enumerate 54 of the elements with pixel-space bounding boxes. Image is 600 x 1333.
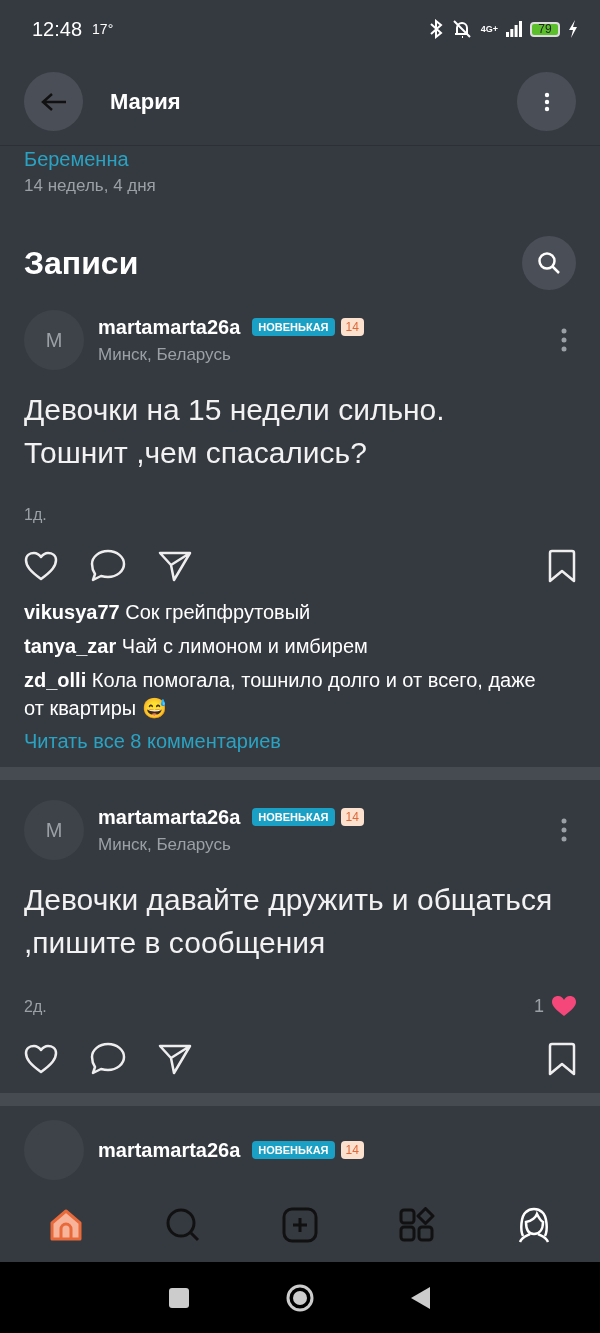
share-button[interactable] [158,550,192,582]
comment-button[interactable] [90,549,126,583]
bookmark-button[interactable] [548,549,576,583]
post-text: Девочки давайте дружить и общаться ,пишите в сообщения [24,882,554,961]
search-icon [165,1207,202,1243]
like-button[interactable] [24,1044,58,1074]
back-icon[interactable] [410,1285,433,1310]
home-button-icon[interactable] [285,1282,315,1313]
search-icon [537,251,561,275]
comment: zd_olli Кола помогала, тошнило долго и от всего, даже от квартиры 😅 [24,668,537,721]
author-name[interactable]: martamarta26a [98,805,241,829]
comment: vikusya77 Сок грейпфрутовый [24,600,312,625]
level-badge: 14 [340,1141,364,1159]
level-badge: 14 [340,808,364,826]
avatar[interactable]: M [24,310,84,370]
avatar[interactable]: M [24,800,84,860]
comment-button[interactable] [90,1042,126,1076]
newbie-badge: НОВЕНЬКАЯ [252,1141,335,1159]
battery-level: 79 [530,21,560,37]
pregnancy-status: Беременна [24,148,130,170]
share-button[interactable] [158,1043,192,1075]
pregnancy-term: 14 недель, 4 дня [24,176,157,196]
location: Минск, Беларусь [98,834,232,855]
recents-icon[interactable] [167,1286,190,1309]
newbie-badge: НОВЕНЬКАЯ [252,808,335,826]
post-text: Девочки на 15 недели сильно. Тошнит ,чем спасались? [24,392,446,471]
home-icon [48,1207,85,1243]
bluetooth-icon [428,19,443,39]
location: Минск, Беларусь [98,344,232,365]
author-name[interactable]: martamarta26a [98,1138,241,1162]
heart-icon [552,996,576,1017]
page-title: Мария [110,88,181,115]
bookmark-button[interactable] [548,1042,576,1076]
level-badge: 14 [340,318,364,336]
read-all-comments-link[interactable]: Читать все 8 комментариев [24,730,576,753]
muted-bell-icon [450,19,473,39]
arrow-left-icon [40,91,67,112]
nav-tab[interactable] [48,1207,85,1243]
post-time: 2д. [24,997,48,1016]
section-title: Записи [24,244,140,282]
like-button[interactable] [24,551,58,581]
apps-icon [398,1207,435,1243]
add-icon [282,1207,318,1243]
comment: tanya_zar Чай с лимоном и имбирем [24,634,369,659]
charging-icon [568,20,578,38]
newbie-badge: НОВЕНЬКАЯ [252,318,335,336]
signal-icon [506,21,522,37]
temperature: 17° [92,21,114,37]
author-name[interactable]: martamarta26a [98,315,241,339]
network-type: 4G+ [480,24,498,34]
post-time: 1д. [24,506,48,524]
more-icon [543,91,550,112]
like-count: 1 [534,996,544,1017]
clock: 12:48 [32,17,83,41]
